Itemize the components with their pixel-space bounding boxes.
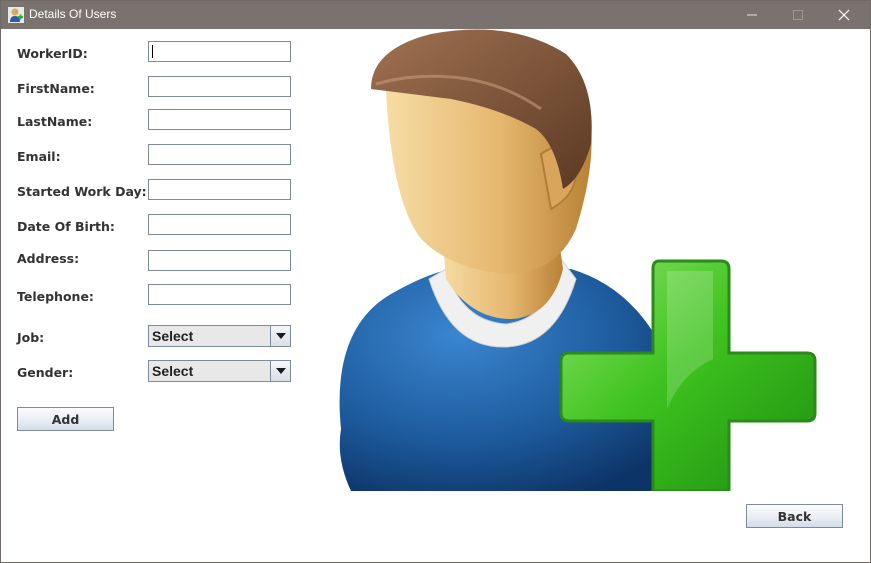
workerid-field[interactable] — [148, 41, 291, 62]
email-label: Email: — [17, 149, 61, 164]
maximize-icon — [793, 10, 803, 20]
form-panel: WorkerID: FirstName: LastName: Email: St… — [1, 29, 870, 562]
gender-select-arrow[interactable] — [270, 361, 290, 381]
job-select[interactable]: Select — [148, 325, 291, 347]
gender-label: Gender: — [17, 365, 74, 380]
add-user-icon — [339, 29, 817, 491]
window-title: Details Of Users — [29, 7, 117, 21]
telephone-label: Telephone: — [17, 289, 94, 304]
telephone-field[interactable] — [148, 284, 291, 305]
email-field[interactable] — [148, 144, 291, 165]
main-window: Details Of Users WorkerID: FirstName: La… — [0, 0, 871, 563]
started-work-day-label: Started Work Day: — [17, 184, 147, 199]
job-label: Job: — [17, 330, 45, 345]
close-icon — [838, 9, 850, 21]
gender-select-value: Select — [152, 363, 194, 379]
lastname-field[interactable] — [148, 109, 291, 130]
chevron-down-icon — [275, 333, 286, 339]
add-button[interactable]: Add — [17, 407, 114, 431]
job-select-value: Select — [152, 328, 194, 344]
back-button[interactable]: Back — [746, 504, 843, 528]
minimize-icon — [747, 14, 757, 16]
minimize-button[interactable] — [729, 1, 775, 29]
firstname-field[interactable] — [148, 76, 291, 97]
maximize-button[interactable] — [775, 1, 821, 29]
gender-select[interactable]: Select — [148, 360, 291, 382]
chevron-down-icon — [275, 368, 286, 374]
close-button[interactable] — [821, 1, 867, 29]
started-work-day-field[interactable] — [148, 179, 291, 200]
date-of-birth-label: Date Of Birth: — [17, 219, 115, 234]
text-caret — [152, 45, 153, 58]
job-select-arrow[interactable] — [270, 326, 290, 346]
lastname-label: LastName: — [17, 114, 93, 129]
title-bar[interactable]: Details Of Users — [1, 1, 870, 29]
address-field[interactable] — [148, 250, 291, 271]
workerid-label: WorkerID: — [17, 46, 88, 61]
address-label: Address: — [17, 251, 80, 266]
date-of-birth-field[interactable] — [148, 214, 291, 235]
firstname-label: FirstName: — [17, 81, 95, 96]
app-icon — [8, 7, 24, 23]
